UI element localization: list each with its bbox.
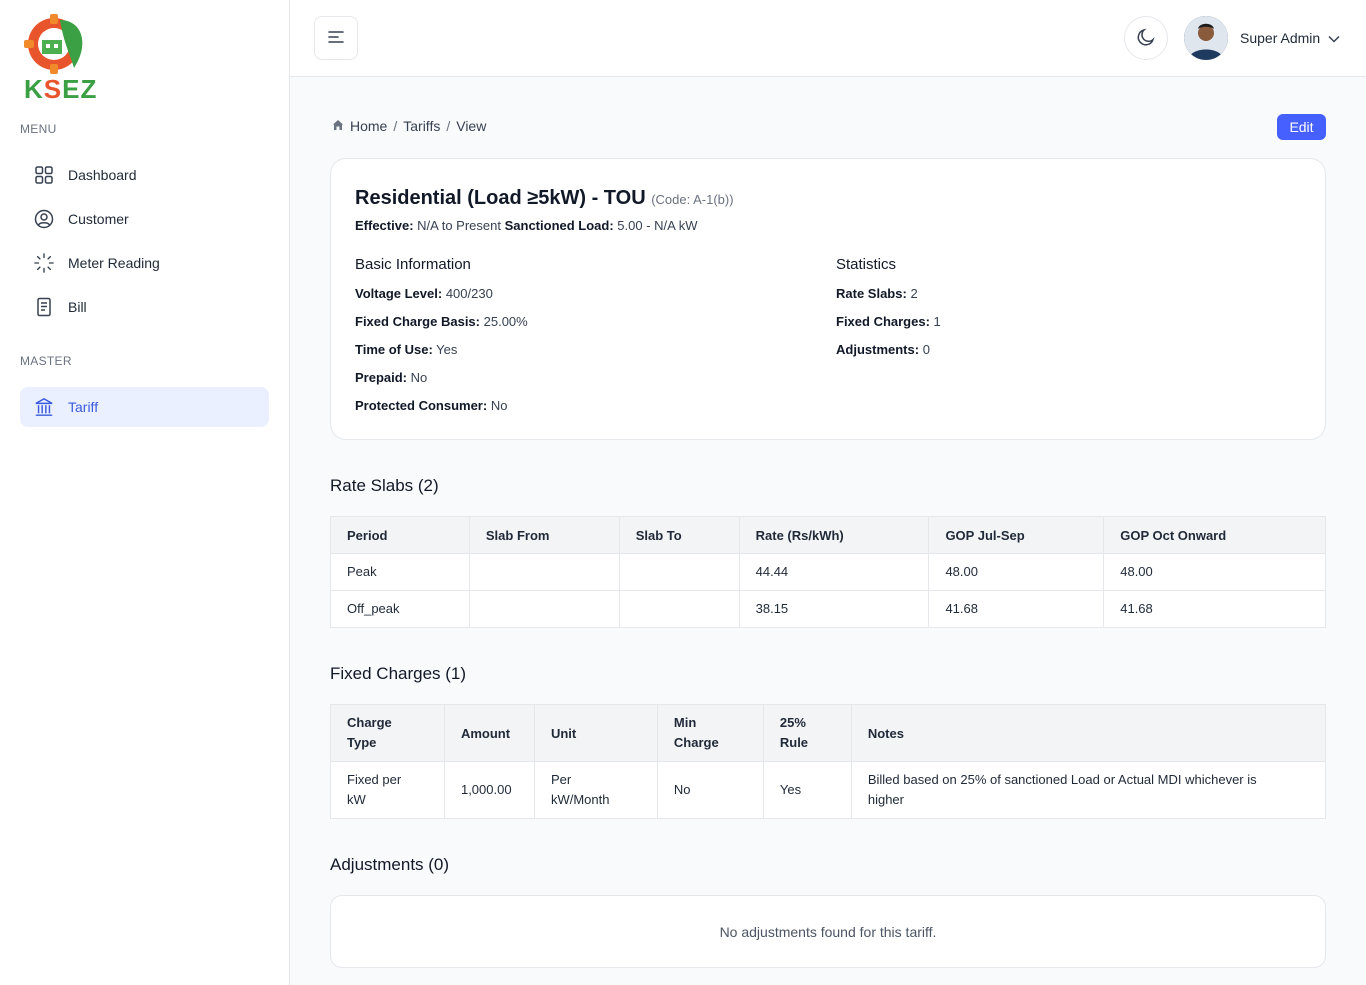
effective-value: N/A to Present — [417, 218, 501, 233]
table-header-row: Charge Type Amount Unit Min Charge 25% R… — [330, 704, 1327, 762]
stat-fixed-charges: Fixed Charges: 1 — [836, 314, 941, 329]
table-cell: 48.00 — [928, 553, 1105, 591]
table-cell: 41.68 — [928, 590, 1105, 628]
loader-icon — [34, 253, 54, 273]
edit-button[interactable]: Edit — [1277, 114, 1326, 140]
statistics-heading: Statistics — [836, 256, 897, 273]
table-cell: Off_peak — [330, 590, 470, 628]
sanctioned-load-label: Sanctioned Load: — [504, 218, 614, 233]
adjustments-empty-state: No adjustments found for this tariff. — [330, 895, 1326, 968]
sidebar-item-meter-reading[interactable]: Meter Reading — [20, 243, 269, 283]
table-cell: 1,000.00 — [443, 761, 535, 819]
effective-label: Effective: — [355, 218, 414, 233]
menu-toggle-button[interactable] — [314, 16, 358, 60]
user-circle-icon — [34, 209, 54, 229]
column-header: Unit — [533, 704, 658, 762]
sidebar-item-bill[interactable]: Bill — [20, 287, 269, 327]
stat-rate-slabs: Rate Slabs: 2 — [836, 286, 918, 301]
table-cell: Yes — [762, 761, 852, 819]
sidebar-item-dashboard[interactable]: Dashboard — [20, 155, 269, 195]
grid-icon — [34, 165, 54, 185]
column-header: Notes — [850, 704, 1327, 762]
table-cell — [468, 590, 620, 628]
user-menu-button[interactable]: Super Admin — [1240, 30, 1340, 46]
column-header: Amount — [443, 704, 535, 762]
column-header: Period — [330, 516, 470, 554]
breadcrumb-home-link[interactable]: Home — [350, 118, 387, 134]
column-header: Min Charge — [656, 704, 764, 762]
table-row: Off_peak 38.15 41.68 41.68 — [330, 590, 1326, 628]
master-group-label: MASTER — [20, 354, 72, 368]
tariff-code: (Code: A-1(b)) — [651, 192, 734, 207]
home-icon — [332, 118, 344, 134]
document-icon — [34, 297, 54, 317]
user-name: Super Admin — [1240, 30, 1321, 46]
moon-icon — [1136, 27, 1156, 50]
sidebar-item-label: Meter Reading — [68, 255, 160, 271]
table-cell: 48.00 — [1103, 553, 1326, 591]
breadcrumb-separator: / — [393, 118, 398, 134]
table-cell: 41.68 — [1103, 590, 1326, 628]
tariff-detail-card: Residential (Load ≥5kW) - TOU (Code: A-1… — [330, 158, 1326, 440]
column-header: Rate (Rs/kWh) — [738, 516, 930, 554]
basic-info-heading: Basic Information — [355, 256, 471, 273]
table-cell: Fixed per kW — [330, 761, 445, 819]
logo-text: KSEZ — [24, 74, 98, 104]
breadcrumb: Home / Tariffs / View — [332, 118, 486, 134]
table-cell: No — [656, 761, 764, 819]
chevron-down-icon — [1328, 30, 1340, 46]
sidebar-item-tariff[interactable]: Tariff — [20, 387, 269, 427]
dark-mode-toggle-button[interactable] — [1124, 16, 1168, 60]
sidebar: KSEZ MENU Dashboard Customer Meter Readi… — [0, 0, 290, 985]
column-header: Slab To — [618, 516, 740, 554]
column-header: Charge Type — [330, 704, 445, 762]
fixed-charges-heading: Fixed Charges (1) — [330, 664, 467, 683]
column-header: Slab From — [468, 516, 620, 554]
sidebar-item-customer[interactable]: Customer — [20, 199, 269, 239]
tariff-title: Residential (Load ≥5kW) - TOU (Code: A-1… — [355, 187, 734, 210]
column-header: GOP Jul-Sep — [928, 516, 1105, 554]
avatar[interactable] — [1184, 16, 1228, 60]
tariff-meta: Effective: N/A to Present Sanctioned Loa… — [355, 218, 698, 233]
table-row: Fixed per kW 1,000.00 Per kW/Month No Ye… — [330, 761, 1327, 819]
menu-group-label: MENU — [20, 122, 57, 136]
table-cell — [618, 590, 740, 628]
top-header: Super Admin — [290, 0, 1366, 77]
time-of-use: Time of Use: Yes — [355, 342, 458, 357]
sidebar-item-label: Customer — [68, 211, 129, 227]
table-cell: 44.44 — [738, 553, 930, 591]
rate-slabs-table: Period Slab From Slab To Rate (Rs/kWh) G… — [330, 516, 1326, 628]
bank-icon — [34, 397, 54, 417]
sanctioned-load-value: 5.00 - N/A kW — [617, 218, 698, 233]
rate-slabs-heading: Rate Slabs (2) — [330, 476, 439, 495]
table-cell: Peak — [330, 553, 470, 591]
column-header: GOP Oct Onward — [1103, 516, 1326, 554]
breadcrumb-tariffs-link[interactable]: Tariffs — [403, 118, 440, 134]
stat-adjustments: Adjustments: 0 — [836, 342, 930, 357]
table-row: Peak 44.44 48.00 48.00 — [330, 553, 1326, 591]
table-header-row: Period Slab From Slab To Rate (Rs/kWh) G… — [330, 516, 1326, 554]
protected-consumer: Protected Consumer: No — [355, 398, 508, 413]
fixed-charge-basis: Fixed Charge Basis: 25.00% — [355, 314, 528, 329]
fixed-charges-table: Charge Type Amount Unit Min Charge 25% R… — [330, 704, 1327, 819]
sidebar-item-label: Dashboard — [68, 167, 137, 183]
table-cell: Per kW/Month — [533, 761, 658, 819]
table-cell: Billed based on 25% of sanctioned Load o… — [850, 761, 1327, 819]
breadcrumb-separator: / — [446, 118, 451, 134]
adjustments-heading: Adjustments (0) — [330, 855, 450, 874]
voltage-level: Voltage Level: 400/230 — [355, 286, 493, 301]
table-cell — [468, 553, 620, 591]
column-header: 25% Rule — [762, 704, 852, 762]
table-cell — [618, 553, 740, 591]
sidebar-item-label: Bill — [68, 299, 87, 315]
breadcrumb-current: View — [456, 118, 487, 134]
prepaid: Prepaid: No — [355, 370, 428, 385]
tariff-name: Residential (Load ≥5kW) - TOU — [355, 187, 646, 209]
table-cell: 38.15 — [738, 590, 930, 628]
sidebar-item-label: Tariff — [68, 399, 99, 415]
hamburger-icon — [328, 30, 344, 47]
